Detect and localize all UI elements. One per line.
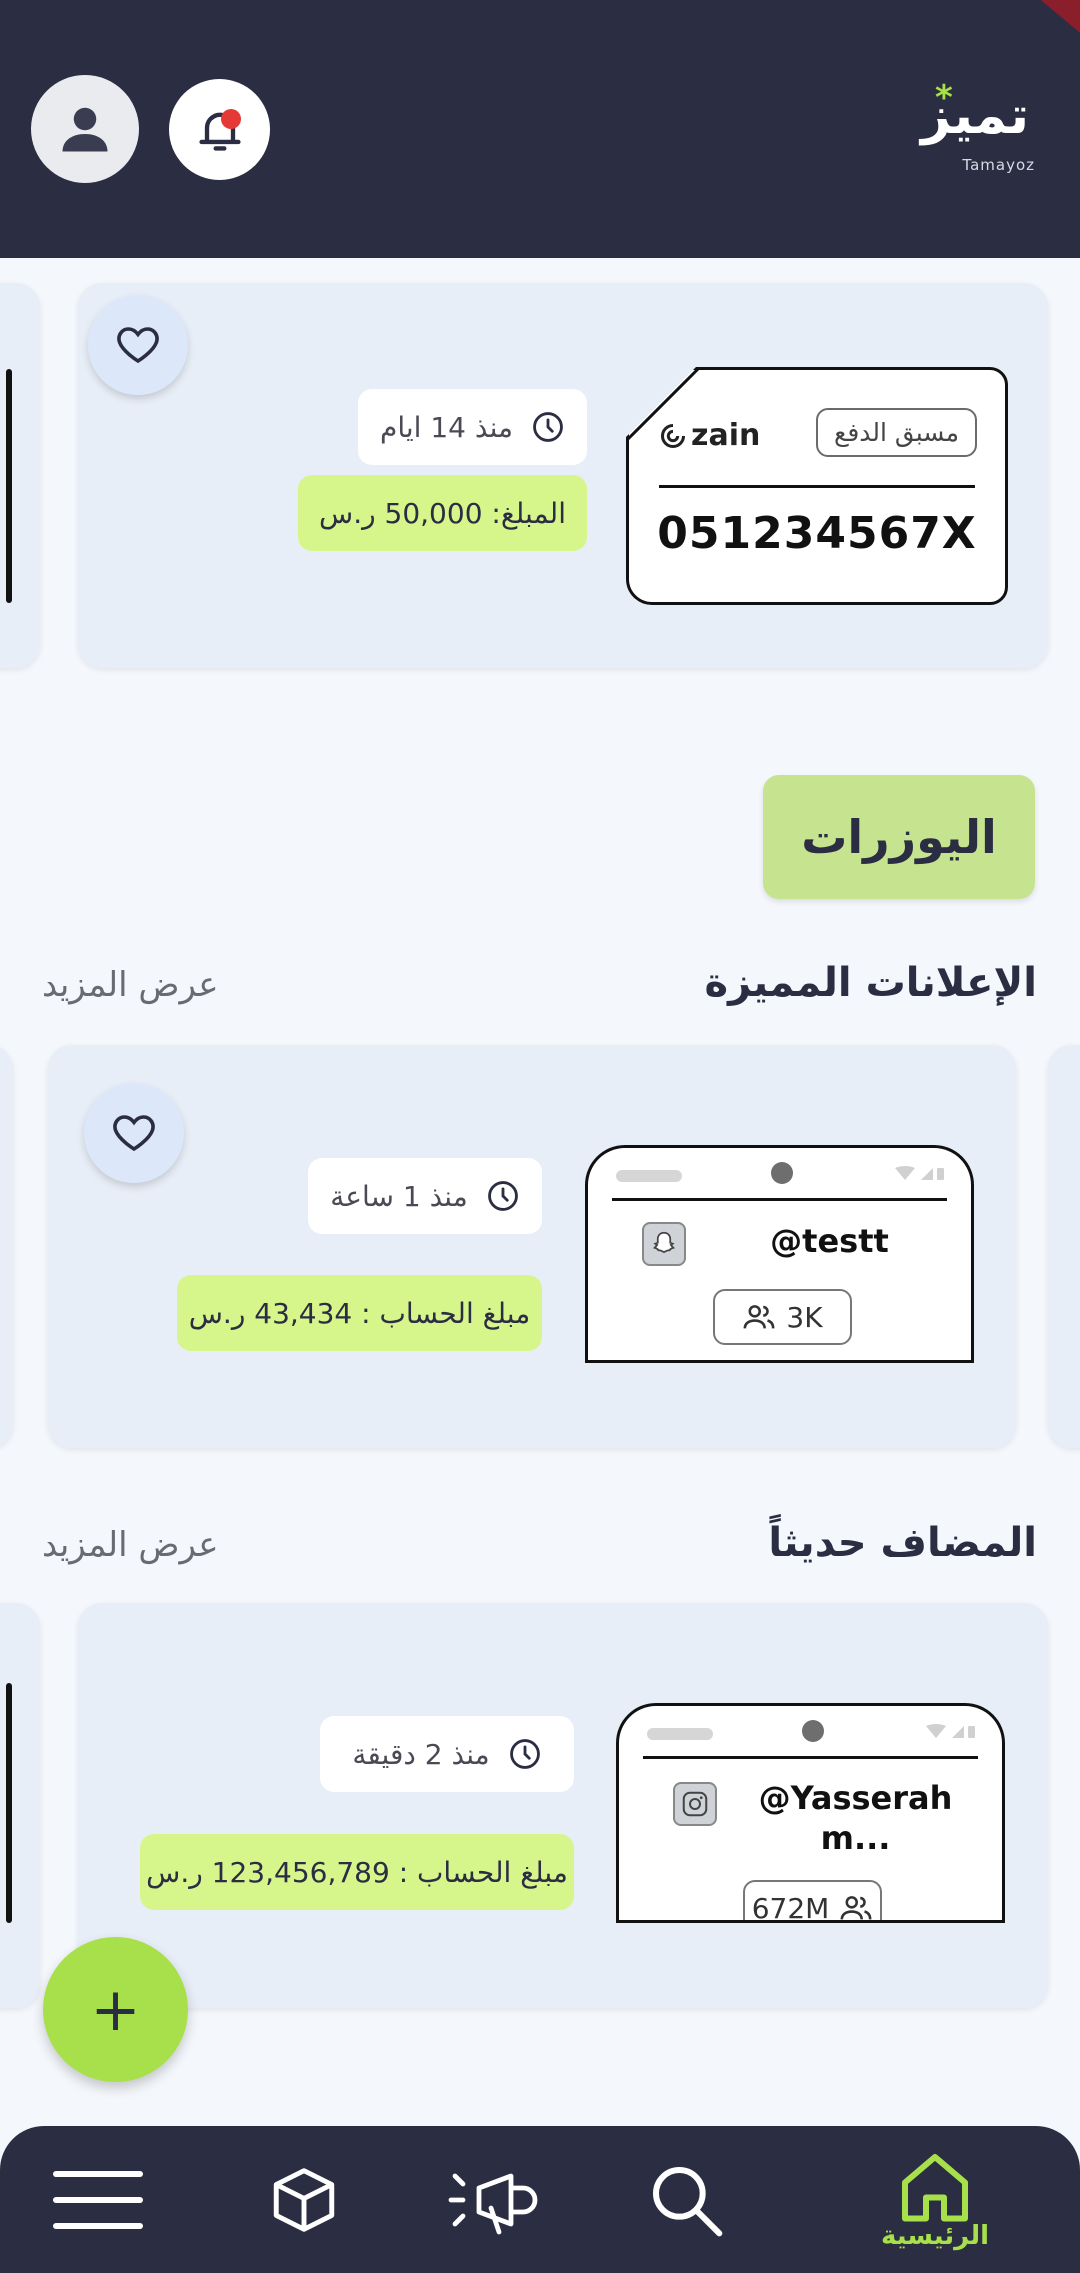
notifications-button[interactable] [169,79,270,180]
section-tag-usernames[interactable]: اليوزرات [763,775,1035,899]
ad-time-pill: منذ 14 ايام [358,389,587,465]
phone-base-line [616,1920,1005,1923]
phone-status-icons [895,1166,945,1182]
account-price-pill: مبلغ الحساب : 123,456,789 ر.س [140,1834,574,1910]
sim-type-badge: مسبق الدفع [816,408,977,457]
sim-divider [659,485,975,488]
user-icon [62,107,108,152]
app-logo: * تميز Tamayoz [921,78,1035,178]
ad-time-pill: منذ 2 دقيقة [320,1716,574,1792]
phone-bar [647,1728,713,1740]
users-icon [840,1896,872,1920]
phone-base-line [585,1360,974,1363]
clock-icon [509,1739,540,1769]
sim-card-graphic: مسبق الدفع zain 051234567X [626,367,1008,605]
carousel-card-partial-right[interactable] [1048,1045,1080,1448]
home-icon [902,2153,968,2221]
menu-icon [53,2170,143,2229]
recent-section-title: المضاف حديثاً [768,1520,1037,1566]
account-phone-mockup: @Yasserah m... 672M [616,1703,1005,1922]
clock-icon [533,412,563,442]
carrier-brand: zain [659,418,760,453]
featured-see-more-link[interactable]: عرض المزيد [42,965,219,1005]
time-text: منذ 14 ايام [379,410,514,444]
phone-camera [771,1162,793,1184]
nav-menu[interactable] [48,2126,148,2273]
heart-icon [113,1115,155,1152]
instagram-icon [673,1782,717,1826]
carousel-card-partial-left[interactable] [0,1045,13,1448]
followers-badge: 672M [743,1880,882,1922]
search-icon [653,2166,723,2236]
carousel-card-partial-left[interactable] [0,1603,40,2008]
nav-search[interactable] [636,2126,736,2273]
nav-ads[interactable] [436,2126,546,2273]
zain-logo-icon [661,423,686,448]
nav-home[interactable]: الرئيسية [870,2126,1000,2273]
bottom-navigation: الرئيسية [0,2126,1080,2273]
app-header: * تميز Tamayoz [0,0,1080,258]
logo-text: Tamayoz [962,156,1035,174]
sim-number: 051234567X [657,508,977,559]
box-icon [273,2167,335,2232]
snapchat-icon [642,1222,686,1266]
ad-price-pill: المبلغ: 50,000 ر.س [298,475,587,551]
phone-divider [643,1756,978,1759]
account-phone-mockup: @testt 3K [585,1145,974,1362]
time-text: منذ 1 ساعة [330,1179,468,1213]
recent-see-more-link[interactable]: عرض المزيد [42,1525,219,1565]
time-text: منذ 2 دقيقة [352,1737,490,1771]
featured-section-title: الإعلانات المميزة [704,960,1037,1006]
favorite-button[interactable] [84,1083,184,1183]
carousel-card-partial-left[interactable] [0,283,40,668]
megaphone-icon [448,2173,538,2234]
phone-divider [612,1198,947,1201]
phone-status-icons [926,1724,976,1740]
account-price-pill: مبلغ الحساب : 43,434 ر.س [177,1275,542,1351]
followers-badge: 3K [713,1289,852,1345]
account-handle: @testt [770,1222,889,1260]
add-listing-button[interactable]: + [43,1937,188,2082]
clock-icon [487,1181,518,1211]
phone-camera [802,1720,824,1742]
debug-ribbon [1001,0,1080,44]
nav-packages[interactable] [254,2126,354,2273]
account-handle: @Yasserah m... [758,1779,953,1857]
users-icon [743,1305,775,1329]
favorite-button[interactable] [88,295,188,395]
profile-avatar-button[interactable] [31,75,139,183]
phone-bar [616,1170,682,1182]
heart-icon [117,327,159,364]
logo-mark: تميز [921,86,1029,146]
notification-badge [221,109,241,129]
nav-home-label: الرئيسية [880,2220,990,2251]
ad-time-pill: منذ 1 ساعة [308,1158,542,1234]
